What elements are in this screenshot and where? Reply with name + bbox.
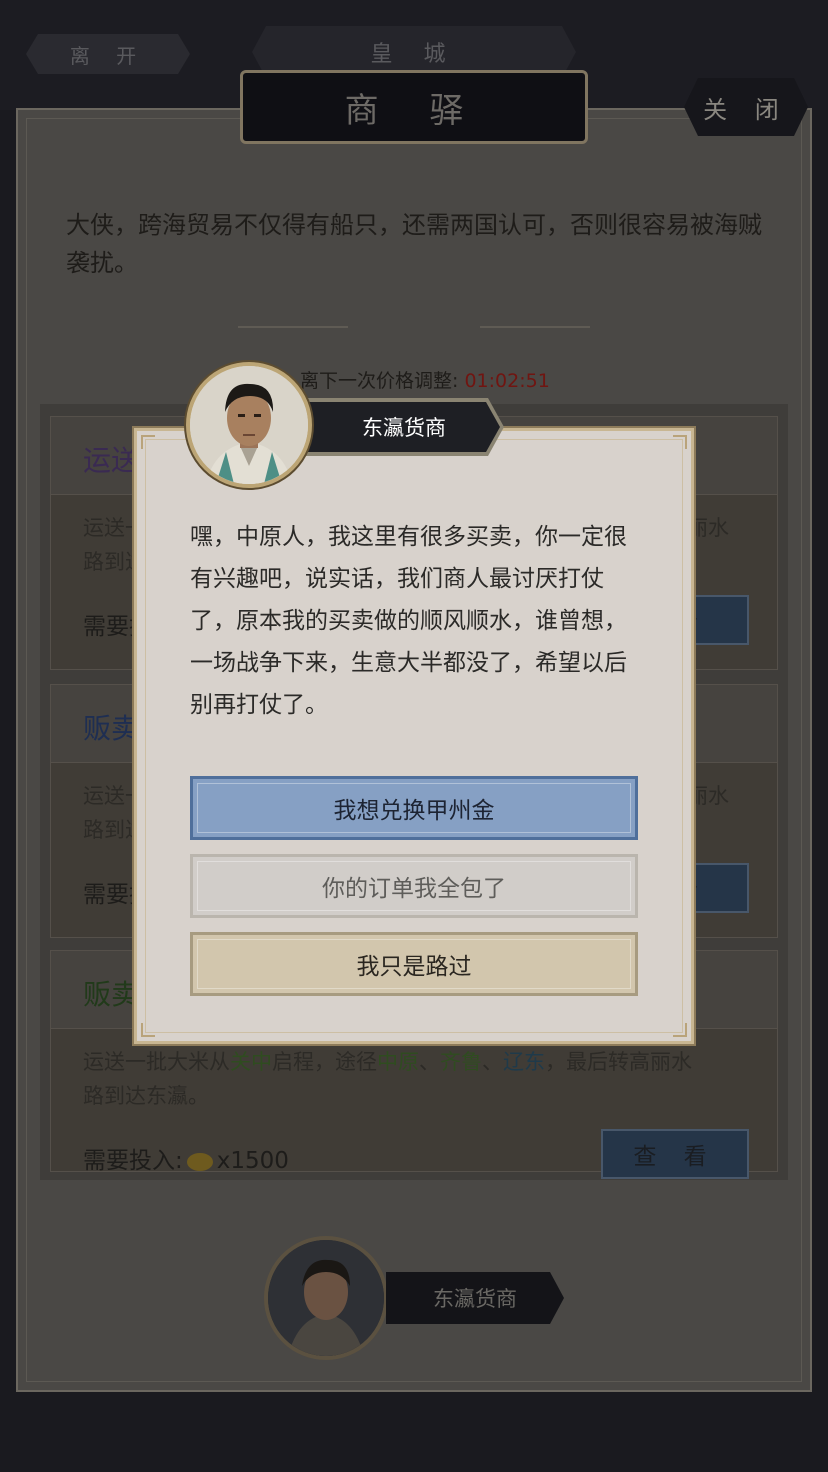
option-buy-all-orders[interactable]: 你的订单我全包了 [190, 854, 638, 918]
npc-speech: 嘿，中原人，我这里有很多买卖，你一定很有兴趣吧，说实话，我们商人最讨厌打仗了，原… [190, 524, 627, 718]
intro-text: 大侠，跨海贸易不仅得有船只，还需两国认可，否则很容易被海贼袭扰。 [66, 211, 762, 277]
corner-ornament [141, 435, 155, 449]
cost-amount: x1500 [216, 1148, 289, 1174]
price-timer: 离下一次价格调整: 01:02:51 [300, 366, 550, 393]
text-part: 运送一批大米从 [83, 1050, 230, 1074]
gold-ingot-icon [186, 1152, 213, 1171]
cost-label: 需要投入: [83, 1148, 183, 1174]
card-text-line2: 路到达东瀛。 [83, 1084, 209, 1108]
timer-value: 01:02:51 [464, 370, 550, 392]
card-description: 运送一批大米从关中启程，途径中原、齐鲁、辽东，最后转高丽水 路到达东瀛。 [83, 1045, 743, 1113]
text-part: 、 [419, 1050, 440, 1074]
place-name: 齐鲁 [440, 1050, 482, 1074]
npc-name-tag: 东瀛货商 [308, 402, 500, 452]
divider-left [238, 326, 348, 328]
corner-ornament [673, 435, 687, 449]
option-just-passing[interactable]: 我只是路过 [190, 932, 638, 996]
card-cost: 需要投入: x1500 [83, 1141, 289, 1175]
place-name: 中原 [377, 1050, 419, 1074]
view-button[interactable]: 查 看 [601, 1129, 749, 1179]
close-button[interactable]: 关 闭 [684, 78, 808, 136]
npc-name-tag-bottom[interactable]: 东瀛货商 [386, 1272, 564, 1324]
place-name: 辽东 [503, 1050, 545, 1074]
npc-portrait-bottom[interactable] [264, 1236, 388, 1360]
npc-avatar [186, 362, 312, 488]
corner-ornament [673, 1023, 687, 1037]
option-exchange-gold[interactable]: 我想兑换甲州金 [190, 776, 638, 840]
place-name: 关中 [230, 1050, 272, 1074]
panel-title: 商 驿 [240, 70, 588, 144]
corner-ornament [141, 1023, 155, 1037]
merchant-portrait-icon [268, 1240, 384, 1356]
text-part: 、 [482, 1050, 503, 1074]
text-part: ，最后转高丽水 [545, 1050, 692, 1074]
leave-button[interactable]: 离 开 [26, 34, 190, 74]
card-title: 贩卖 [83, 978, 140, 1011]
card-title: 贩卖 [83, 712, 140, 745]
timer-label: 离下一次价格调整: [300, 370, 459, 392]
card-title: 运送 [83, 444, 140, 477]
divider-right [480, 326, 590, 328]
text-part: 启程，途径 [272, 1050, 377, 1074]
merchant-portrait-icon [190, 366, 308, 484]
